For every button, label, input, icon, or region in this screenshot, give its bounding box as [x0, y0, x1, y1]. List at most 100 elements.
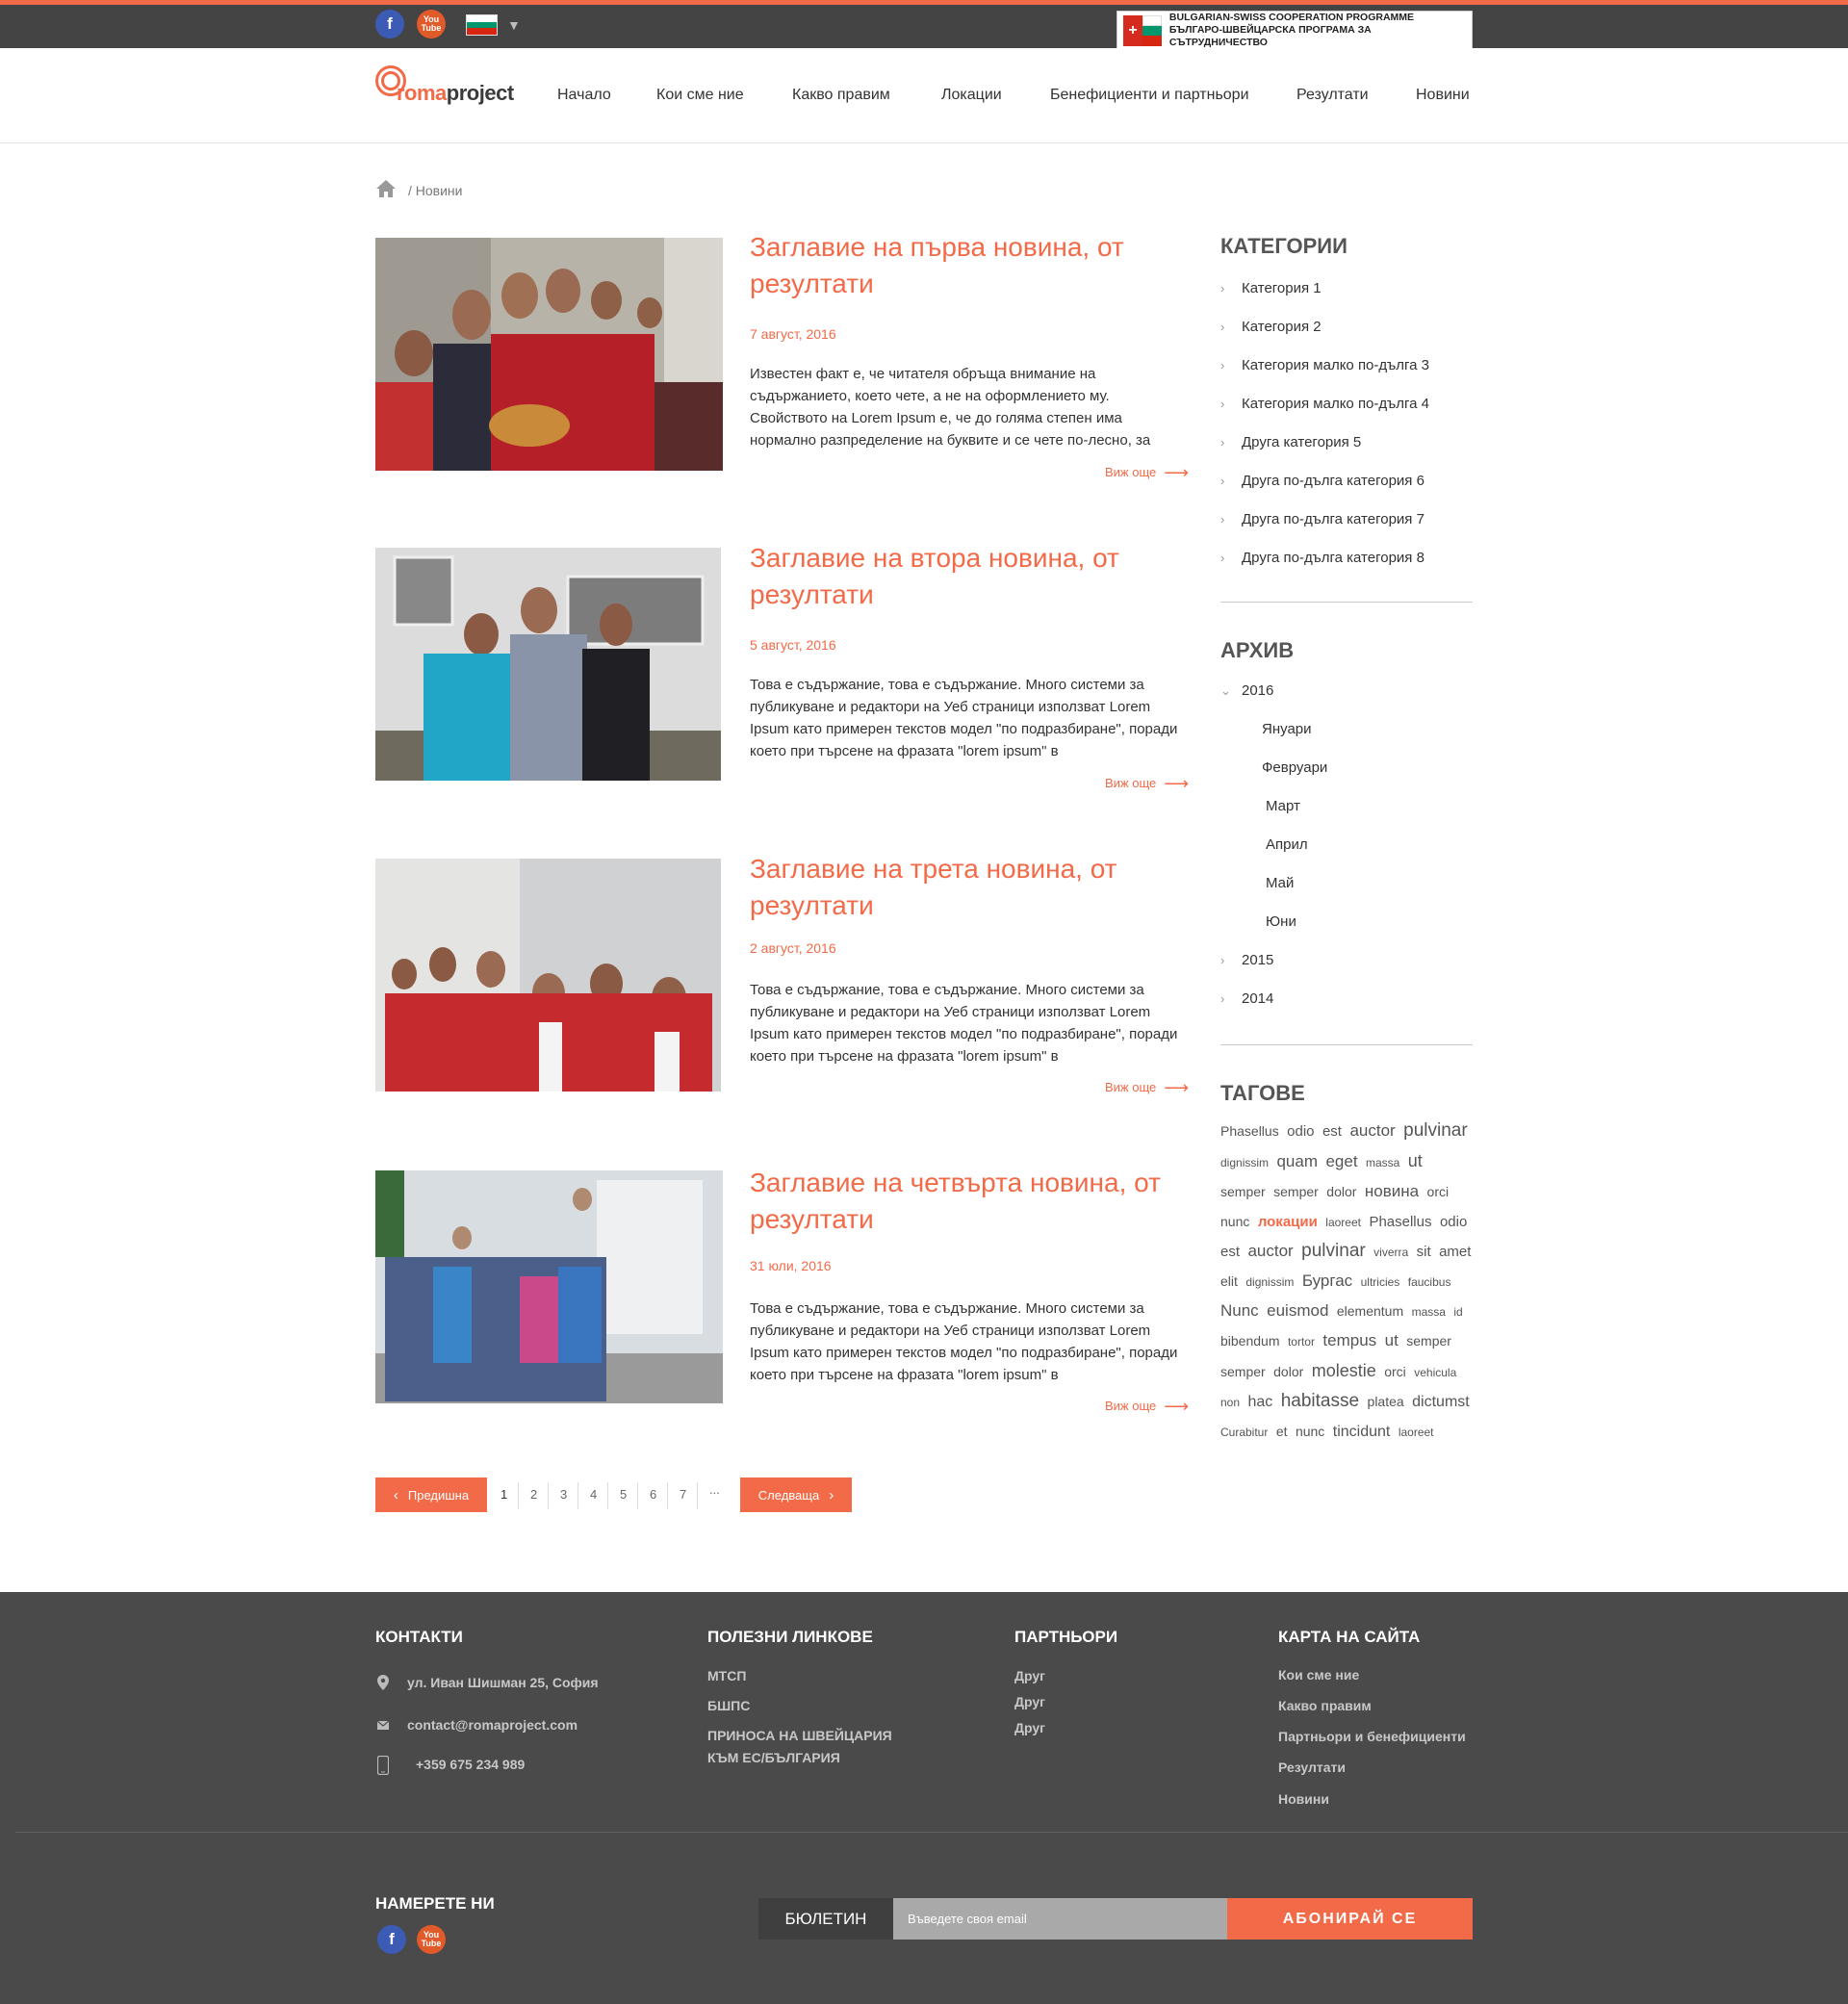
tag-link[interactable]: et	[1276, 1424, 1288, 1439]
tag-link[interactable]: platea	[1368, 1394, 1404, 1409]
tag-link[interactable]: faucibus	[1408, 1275, 1451, 1289]
footer-facebook-icon[interactable]: f	[377, 1925, 406, 1954]
article-2-read-more[interactable]: Виж още ⟶	[1105, 774, 1189, 794]
cooperation-programme-logo[interactable]: + BULGARIAN-SWISS COOPERATION PROGRAMME …	[1116, 11, 1473, 50]
nav-locations[interactable]: Локации	[941, 87, 1002, 104]
bulgarian-flag-icon[interactable]	[466, 14, 498, 36]
nav-what-we-do[interactable]: Какво правим	[792, 87, 890, 104]
footer-link[interactable]: ПРИНОСА НА ШВЕЙЦАРИЯ	[707, 1728, 892, 1743]
page-number[interactable]: 4	[590, 1487, 597, 1502]
partner-link[interactable]: Друг	[1014, 1668, 1045, 1683]
tag-link[interactable]: est	[1322, 1123, 1342, 1140]
footer-link[interactable]: КЪМ ЕС/БЪЛГАРИЯ	[707, 1750, 840, 1765]
home-icon[interactable]	[375, 179, 397, 198]
archive-year-2015[interactable]: › 2015	[1220, 952, 1273, 968]
tag-link[interactable]: dolor	[1326, 1184, 1356, 1199]
archive-month[interactable]: Април	[1266, 836, 1308, 853]
tag-link[interactable]: euismod	[1267, 1301, 1328, 1320]
tag-link[interactable]: hac	[1247, 1394, 1272, 1410]
nav-home[interactable]: Начало	[557, 87, 611, 104]
tag-link[interactable]: новина	[1365, 1182, 1419, 1200]
category-item[interactable]: › Друга категория 5	[1220, 434, 1361, 450]
prev-page-button[interactable]: ‹ Предишна	[375, 1477, 487, 1512]
page-number[interactable]: 2	[530, 1487, 537, 1502]
article-3-title[interactable]: Заглавие на трета новина, от резултати	[750, 851, 1193, 924]
tag-link[interactable]: dolor	[1273, 1364, 1303, 1379]
tag-link[interactable]: laoreet	[1399, 1426, 1434, 1439]
article-1-read-more[interactable]: Виж още ⟶	[1105, 463, 1189, 483]
tag-link[interactable]: quam	[1276, 1152, 1318, 1170]
footer-youtube-icon[interactable]: You Tube	[417, 1925, 446, 1954]
tag-link[interactable]: ut	[1385, 1331, 1399, 1349]
article-2-image[interactable]	[375, 548, 721, 781]
tag-link[interactable]: dignissim	[1245, 1275, 1294, 1289]
category-item[interactable]: › Друга по-дълга категория 8	[1220, 550, 1424, 566]
tag-link[interactable]: Phasellus	[1369, 1214, 1431, 1230]
youtube-icon[interactable]: You Tube	[417, 10, 446, 39]
tag-link[interactable]: tempus	[1322, 1331, 1376, 1349]
tag-link[interactable]: semper	[1273, 1184, 1319, 1199]
tag-link[interactable]: pulvinar	[1403, 1120, 1468, 1141]
tag-link[interactable]: odio	[1287, 1123, 1314, 1140]
archive-year-2016[interactable]: ⌄ 2016	[1220, 682, 1273, 699]
tag-link[interactable]: sit	[1417, 1244, 1431, 1260]
tag-link[interactable]: massa	[1366, 1156, 1399, 1169]
page-number[interactable]: 6	[650, 1487, 656, 1502]
tag-link[interactable]: est	[1220, 1244, 1240, 1260]
tag-link[interactable]: Бургас	[1302, 1272, 1352, 1290]
tag-link[interactable]: eget	[1325, 1152, 1357, 1170]
archive-month[interactable]: Март	[1266, 798, 1300, 814]
archive-month[interactable]: Януари	[1262, 721, 1312, 737]
tag-link[interactable]: odio	[1440, 1214, 1467, 1230]
tag-link[interactable]: orci	[1384, 1364, 1406, 1379]
language-dropdown-chevron-icon[interactable]: ▼	[507, 17, 521, 33]
category-item[interactable]: › Категория 2	[1220, 319, 1322, 335]
category-item[interactable]: › Категория малко по-дълга 3	[1220, 357, 1429, 373]
tag-link[interactable]: semper	[1220, 1184, 1266, 1199]
article-4-image[interactable]	[375, 1170, 723, 1403]
tag-link[interactable]: laoreet	[1325, 1216, 1361, 1229]
article-1-image[interactable]	[375, 238, 723, 471]
tag-link[interactable]: ultricies	[1361, 1275, 1400, 1289]
tag-link[interactable]: elit	[1220, 1273, 1238, 1289]
tag-link[interactable]: локации	[1258, 1214, 1318, 1230]
next-page-button[interactable]: Следваща ›	[740, 1477, 852, 1512]
article-1-title[interactable]: Заглавие на първа новина, от резултати	[750, 229, 1193, 302]
tag-link[interactable]: viverra	[1373, 1246, 1408, 1259]
subscribe-button[interactable]: АБОНИРАЙ СЕ	[1227, 1898, 1473, 1940]
partner-link[interactable]: Друг	[1014, 1694, 1045, 1709]
tag-link[interactable]: orci	[1427, 1184, 1450, 1199]
article-3-read-more[interactable]: Виж още ⟶	[1105, 1078, 1189, 1098]
category-item[interactable]: › Друга по-дълга категория 7	[1220, 511, 1424, 527]
newsletter-email-input[interactable]	[893, 1898, 1227, 1940]
tag-link[interactable]: dictumst	[1412, 1394, 1470, 1410]
tag-link[interactable]: habitasse	[1281, 1391, 1359, 1411]
facebook-icon[interactable]: f	[375, 10, 404, 39]
tag-link[interactable]: nunc	[1296, 1424, 1324, 1439]
partner-link[interactable]: Друг	[1014, 1720, 1045, 1735]
tag-link[interactable]: pulvinar	[1301, 1241, 1366, 1261]
contact-email[interactable]: contact@romaproject.com	[407, 1717, 578, 1733]
sitemap-link[interactable]: Кои сме ние	[1278, 1667, 1359, 1683]
tag-link[interactable]: semper	[1220, 1364, 1266, 1379]
page-number[interactable]: 7	[680, 1487, 686, 1502]
tag-link[interactable]: amet	[1439, 1244, 1471, 1260]
page-number[interactable]: 5	[620, 1487, 627, 1502]
article-3-image[interactable]	[375, 859, 721, 1092]
tag-link[interactable]: Nunc	[1220, 1301, 1259, 1320]
page-number[interactable]: 1	[500, 1487, 507, 1502]
nav-results[interactable]: Резултати	[1296, 87, 1369, 104]
tag-link[interactable]: molestie	[1312, 1361, 1376, 1380]
tag-link[interactable]: vehicula	[1414, 1366, 1456, 1379]
tag-link[interactable]: bibendum	[1220, 1333, 1280, 1349]
article-4-read-more[interactable]: Виж още ⟶	[1105, 1397, 1189, 1417]
archive-month[interactable]: Юни	[1266, 913, 1296, 930]
footer-link[interactable]: МТСП	[707, 1668, 746, 1683]
tag-link[interactable]: Phasellus	[1220, 1123, 1279, 1139]
sitemap-link[interactable]: Партньори и бенефициенти	[1278, 1729, 1466, 1744]
sitemap-link[interactable]: Какво правим	[1278, 1698, 1372, 1713]
category-item[interactable]: › Категория 1	[1220, 280, 1322, 296]
footer-link[interactable]: БШПС	[707, 1698, 750, 1713]
sitemap-link[interactable]: Новини	[1278, 1791, 1329, 1807]
category-item[interactable]: › Друга по-дълга категория 6	[1220, 473, 1424, 489]
